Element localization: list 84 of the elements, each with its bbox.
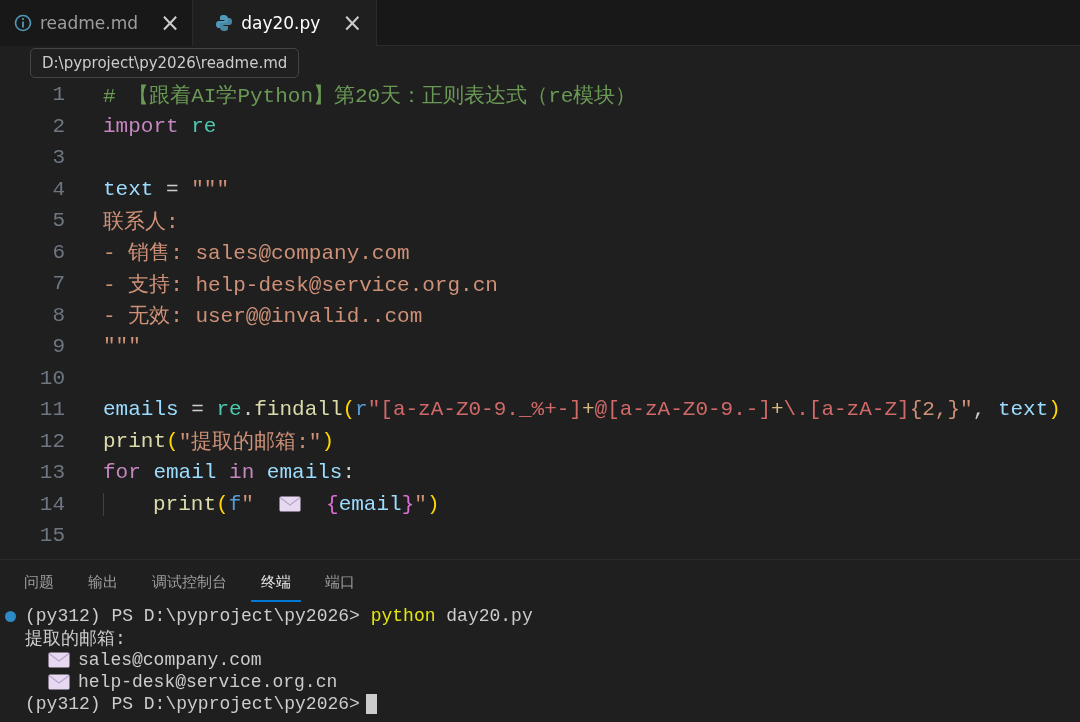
- code-token: re: [190, 114, 217, 138]
- code-token: ,: [972, 398, 987, 422]
- terminal-arguments: day20.py: [445, 606, 533, 626]
- code-token: =: [165, 177, 180, 201]
- python-icon: [215, 14, 234, 32]
- line-number: 4: [51, 177, 65, 201]
- code-token: f: [228, 492, 242, 516]
- line-number: 13: [38, 461, 65, 485]
- line-number: 14: [38, 492, 65, 516]
- panel-tab[interactable]: 输出: [78, 569, 128, 602]
- code-token: import: [103, 114, 179, 138]
- terminal-command: python: [370, 606, 436, 626]
- code-token: print: [153, 492, 216, 516]
- editor-tab[interactable]: readme.md ×: [0, 0, 194, 46]
- code-token: (: [216, 492, 229, 516]
- line-number: 15: [38, 524, 65, 548]
- code-token: text: [997, 398, 1049, 422]
- code-token: re: [216, 398, 242, 422]
- code-token: - 支持: help-desk@service.org.cn: [103, 272, 498, 298]
- line-number: 12: [38, 429, 65, 453]
- code-token: - 无效: user@@invalid..com: [103, 304, 423, 330]
- envelope-icon: [279, 496, 302, 513]
- code-token: {2,}": [909, 398, 973, 422]
- terminal-output: help-desk@service.org.cn: [78, 672, 338, 692]
- line-number: 10: [38, 366, 65, 390]
- panel-tab[interactable]: 问题: [14, 569, 64, 602]
- code-token: {: [326, 492, 339, 516]
- code-token: :: [342, 461, 356, 485]
- code-token: (: [166, 429, 179, 453]
- terminal-output: sales@company.com: [78, 650, 262, 670]
- code-token: print: [103, 429, 166, 453]
- line-number: 1: [51, 83, 65, 107]
- code-token: =: [190, 398, 205, 422]
- code-token: .: [241, 398, 255, 422]
- code-token: # 【跟着AI学Python】第20天：正则表达式（re模块）: [103, 83, 637, 109]
- status-dot: [5, 610, 16, 622]
- terminal-cursor: [365, 694, 377, 714]
- code-token: ): [426, 492, 440, 516]
- panel-tab[interactable]: 终端: [251, 569, 301, 602]
- line-number: 6: [51, 240, 65, 264]
- code-token: 联系人:: [103, 209, 179, 235]
- code-token: for: [103, 461, 141, 485]
- code-token: }: [401, 492, 415, 516]
- terminal-prompt: (py312) PS D:\pyproject\py2026>: [25, 606, 361, 626]
- code-token: """: [191, 177, 230, 201]
- code-token: findall: [254, 398, 343, 422]
- code-token: emails: [103, 398, 179, 422]
- envelope-icon: [48, 674, 70, 690]
- code-token: email: [152, 461, 217, 485]
- line-number: 3: [51, 146, 65, 170]
- code-token: text: [103, 177, 154, 201]
- code-token: "提取的邮箱:": [178, 429, 322, 456]
- code-token: email: [338, 492, 402, 516]
- code-token: - 销售: sales@company.com: [103, 241, 410, 267]
- panel-tab[interactable]: 调试控制台: [142, 569, 237, 602]
- code-token: \.[a-zA-Z]: [783, 398, 910, 422]
- code-token: """: [103, 335, 141, 359]
- code-token: +: [581, 398, 595, 422]
- info-icon: [14, 14, 32, 32]
- editor-tab[interactable]: day20.py ×: [193, 0, 378, 46]
- panel-tab[interactable]: 端口: [315, 569, 365, 602]
- code-token: ": [414, 492, 427, 516]
- code-token: "[a-zA-Z0-9._%+-]: [367, 398, 582, 422]
- envelope-icon: [48, 652, 70, 668]
- code-token: +: [771, 398, 784, 422]
- code-token: emails: [265, 461, 343, 485]
- code-token: (: [342, 398, 356, 422]
- code-token: in: [228, 461, 255, 485]
- code-token: ): [1048, 398, 1061, 422]
- line-number: 8: [51, 303, 65, 327]
- line-number: 11: [38, 398, 65, 422]
- code-token: ": [241, 492, 255, 516]
- code-token: ): [321, 429, 335, 453]
- code-token: @[a-zA-Z0-9.-]: [594, 398, 771, 422]
- terminal-output: 提取的邮箱:: [25, 628, 126, 650]
- line-number: 9: [51, 335, 65, 359]
- path-tooltip: D:\pyproject\py2026\readme.md: [30, 48, 300, 78]
- line-number: 2: [51, 114, 65, 138]
- line-number: 7: [51, 272, 65, 296]
- terminal-prompt: (py312) PS D:\pyproject\py2026>: [25, 694, 360, 714]
- close-icon[interactable]: ×: [160, 9, 181, 37]
- line-number: 5: [51, 209, 65, 233]
- code-token: r: [355, 398, 368, 422]
- close-icon[interactable]: ×: [342, 9, 363, 37]
